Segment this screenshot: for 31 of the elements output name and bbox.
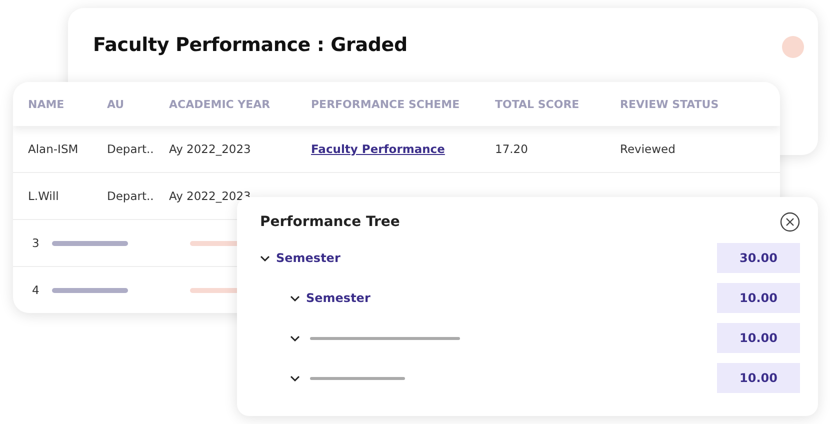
- card-title: Faculty Performance : Graded: [93, 34, 408, 56]
- table-cell-text: Alan-ISM: [27, 142, 80, 156]
- table-cell-text: L.Will: [27, 189, 60, 203]
- score-badge: 10.00: [717, 323, 800, 353]
- chevron-icon[interactable]: [260, 253, 270, 263]
- table-cell-text: Depart..: [107, 189, 155, 203]
- score-badge: 10.00: [717, 283, 800, 313]
- table-cell-text: Ay 2022_2023: [169, 189, 252, 203]
- column-header: PERFORMANCE SCHEME: [311, 98, 461, 110]
- column-header: NAME: [27, 98, 66, 110]
- chevron-icon[interactable]: [290, 293, 300, 303]
- row-number: 4: [31, 283, 40, 297]
- scheme-link[interactable]: Faculty Performance: [311, 142, 495, 156]
- score-badge: 10.00: [717, 363, 800, 393]
- score-badge: 30.00: [717, 243, 800, 273]
- close-icon[interactable]: [780, 212, 800, 232]
- row-number: 3: [31, 236, 40, 250]
- column-header: TOTAL SCORE: [495, 98, 580, 110]
- tree-item-label[interactable]: Semester: [306, 291, 370, 305]
- column-header: REVIEW STATUS: [620, 98, 720, 110]
- table-cell-text: Depart..: [107, 142, 155, 156]
- panel-title: Performance Tree: [260, 214, 400, 230]
- chevron-icon[interactable]: [290, 373, 300, 383]
- table-cell-text: Ay 2022_2023: [169, 142, 252, 156]
- chevron-icon[interactable]: [290, 333, 300, 343]
- column-header: ACADEMIC YEAR: [169, 98, 272, 110]
- table-cell-text: 17.20: [495, 142, 529, 156]
- status-dot-icon: [782, 36, 804, 58]
- table-cell-text: Reviewed: [620, 142, 676, 156]
- column-header: AU: [107, 98, 126, 110]
- tree-item-label[interactable]: Semester: [276, 251, 340, 265]
